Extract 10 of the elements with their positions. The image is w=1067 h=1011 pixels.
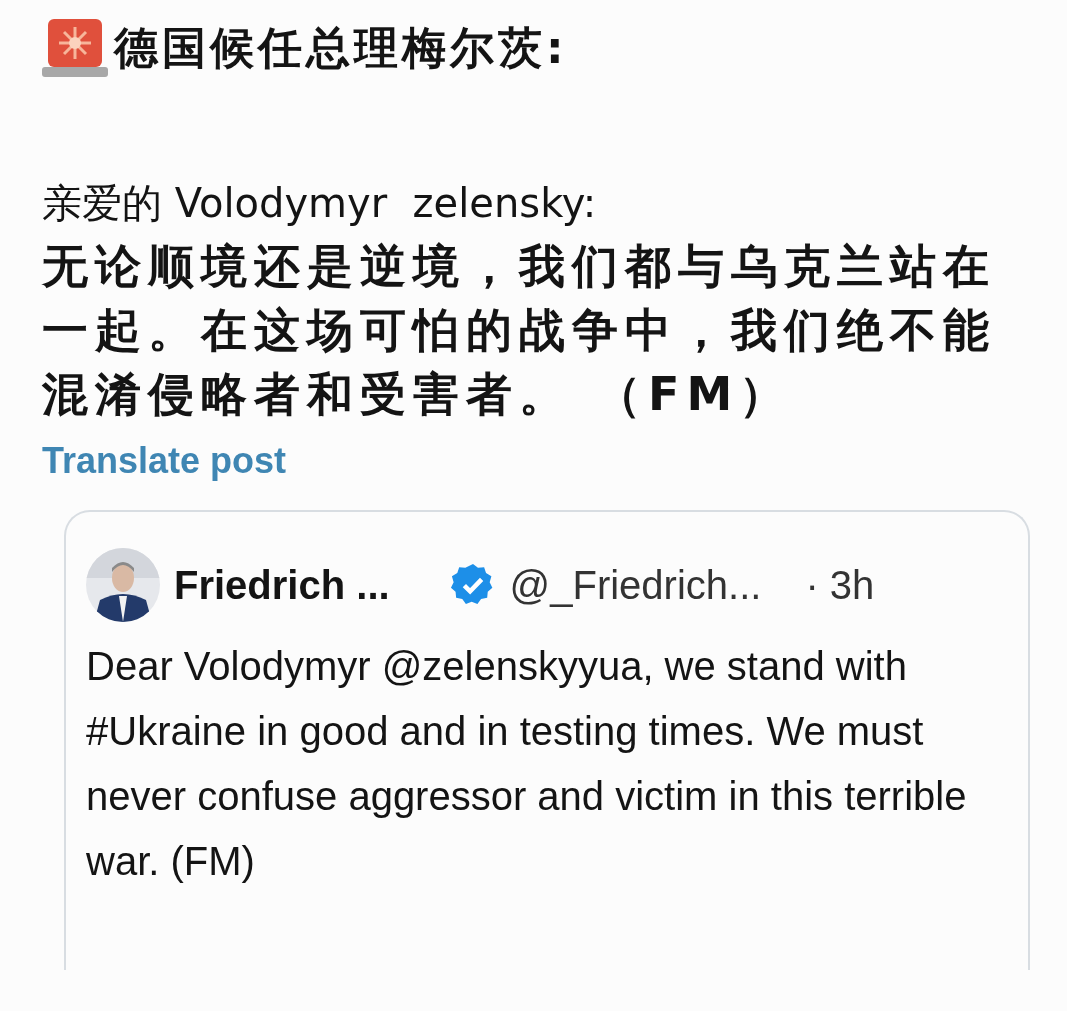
translate-link[interactable]: Translate post: [42, 436, 287, 486]
post-time: · 3h: [805, 562, 875, 608]
greeting-text: 亲爱的 Volodymyr zelensky:: [42, 179, 598, 228]
message-text: 无论顺境还是逆境，我们都与乌克兰站在一起。在这场可怕的战争中，我们绝不能混淆侵略者和受害者。 （FM）: [42, 238, 997, 423]
author-name[interactable]: Friedrich ...: [174, 562, 390, 608]
post-headline: 德国候任总理梅尔茨:: [114, 20, 568, 75]
quoted-post-text: Dear Volodymyr @zelenskyyua, we stand with #Ukraine in good and in testing times. We must never confuse aggressor and victim in this terrible war. (FM): [86, 643, 968, 885]
siren-icon: [42, 17, 108, 79]
quoted-post-card[interactable]: Friedrich ... @_Friedrich... · 3h Dear Volodymyr @zelenskyyua, we stand with #Ukraine in good and in testing times. We must never confuse aggressor and victim in this terrible war. (FM): [64, 510, 1030, 970]
author-handle[interactable]: @_Friedrich...: [509, 562, 762, 608]
